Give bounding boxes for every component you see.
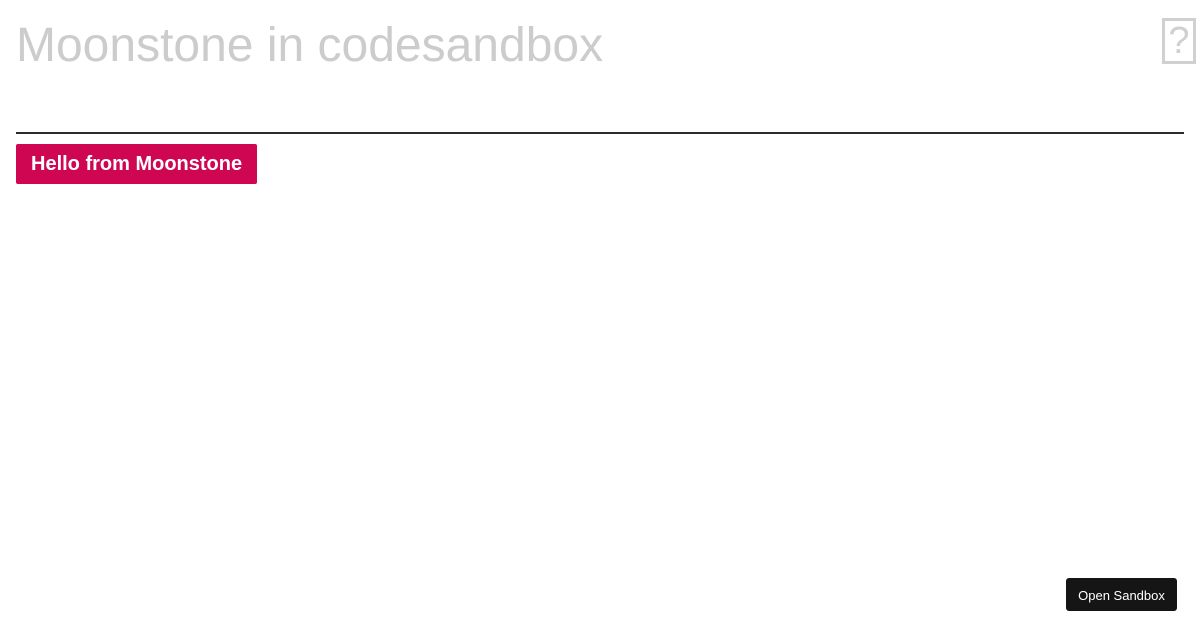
open-sandbox-button[interactable]: Open Sandbox xyxy=(1066,578,1177,611)
app-page: Moonstone in codesandbox ? Hello from Mo… xyxy=(0,0,1200,630)
page-title: Moonstone in codesandbox xyxy=(16,19,604,72)
hello-from-moonstone-button[interactable]: Hello from Moonstone xyxy=(16,144,258,184)
header-panel: Moonstone in codesandbox ? xyxy=(16,0,1196,134)
question-mark-icon[interactable]: ? xyxy=(1162,18,1196,64)
